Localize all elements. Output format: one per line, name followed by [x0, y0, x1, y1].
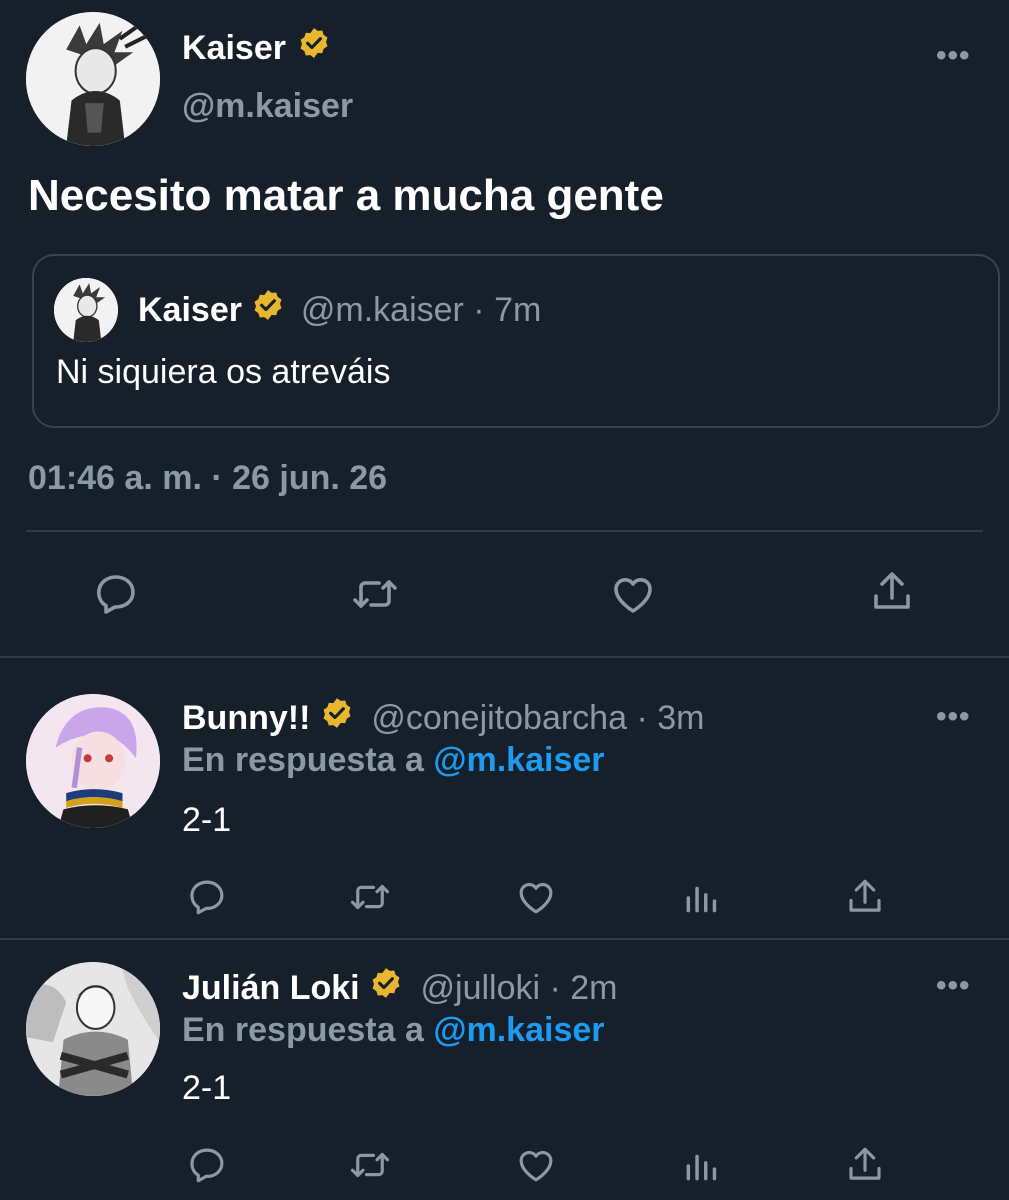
reply-author-name[interactable]: Julián Loki — [182, 969, 360, 1007]
more-options-icon[interactable]: ••• — [936, 971, 971, 1001]
reply-handle-time[interactable]: @julloki · 2m — [421, 969, 618, 1007]
like-icon[interactable] — [514, 1144, 558, 1186]
tweet-text: Necesito matar a mucha gente — [28, 171, 664, 220]
retweet-icon[interactable] — [348, 876, 392, 918]
reply-icon[interactable] — [186, 1144, 228, 1186]
like-icon[interactable] — [608, 570, 658, 618]
reply-to-link[interactable]: @m.kaiser — [433, 741, 604, 779]
section-divider — [0, 656, 1009, 658]
section-divider — [0, 938, 1009, 940]
verified-badge-icon — [297, 26, 331, 69]
analytics-icon[interactable] — [682, 1146, 720, 1186]
quoted-tweet-card[interactable]: Kaiser @m.kaiser · 7m Ni siquiera os atr… — [32, 254, 1000, 428]
quoted-author-name: Kaiser — [138, 291, 242, 329]
verified-badge-icon — [320, 696, 354, 739]
quoted-handle-time: @m.kaiser · 7m — [300, 291, 542, 329]
verified-badge-icon — [369, 966, 403, 1009]
quoted-tweet-text: Ni siquiera os atreváis — [56, 353, 391, 391]
reply-author-name[interactable]: Bunny!! — [182, 699, 310, 737]
reply-prefix: En respuesta a — [182, 1011, 424, 1049]
more-options-icon[interactable]: ••• — [936, 702, 971, 732]
reply-prefix: En respuesta a — [182, 741, 424, 779]
reply-icon[interactable] — [186, 876, 228, 918]
author-avatar[interactable] — [26, 12, 160, 146]
share-icon[interactable] — [844, 876, 886, 918]
verified-badge-icon — [251, 288, 285, 331]
author-handle[interactable]: @m.kaiser — [182, 86, 353, 126]
divider — [26, 530, 983, 532]
share-icon[interactable] — [844, 1144, 886, 1186]
reply-icon[interactable] — [92, 570, 140, 618]
author-name-text[interactable]: Kaiser — [182, 29, 286, 67]
reply-text: 2-1 — [182, 1069, 232, 1107]
reply-author-avatar[interactable] — [26, 962, 160, 1096]
share-icon[interactable] — [868, 568, 916, 616]
retweet-icon[interactable] — [348, 1144, 392, 1186]
reply-to-link[interactable]: @m.kaiser — [433, 1011, 604, 1049]
reply-text: 2-1 — [182, 801, 232, 839]
analytics-icon[interactable] — [682, 878, 720, 918]
author-name: Kaiser — [182, 26, 331, 69]
reply-handle-time[interactable]: @conejitobarcha · 3m — [371, 699, 704, 737]
quoted-author-avatar — [54, 278, 118, 342]
tweet-timestamp[interactable]: 01:46 a. m. · 26 jun. 26 — [28, 458, 387, 498]
more-options-icon[interactable]: ••• — [936, 41, 971, 71]
like-icon[interactable] — [514, 876, 558, 918]
reply-author-avatar[interactable] — [26, 694, 160, 828]
retweet-icon[interactable] — [350, 570, 400, 618]
